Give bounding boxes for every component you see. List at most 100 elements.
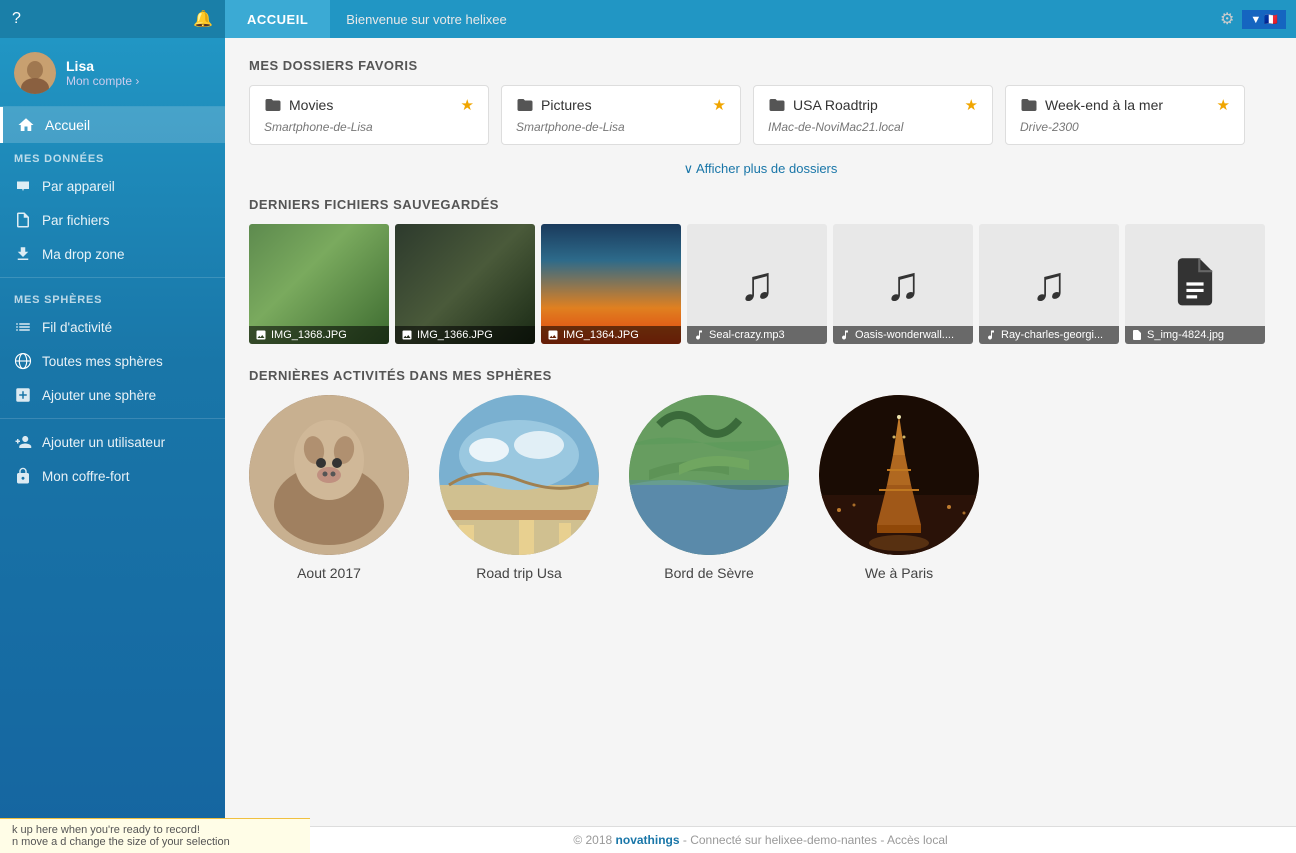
- footer-brand: novathings: [616, 833, 680, 847]
- top-bar-right: ⚙ ▼ 🇫🇷: [1220, 9, 1296, 29]
- files-grid: IMG_1368.JPG IMG_1366.JPG IMG_1364.JPG: [249, 224, 1272, 344]
- photo-icon-2: [401, 329, 413, 341]
- folder-card-usa-roadtrip[interactable]: USA Roadtrip ★ IMac-de-NoviMac21.local: [753, 85, 993, 145]
- photo-icon-1: [255, 329, 267, 341]
- folder-card-top: Movies ★: [264, 96, 474, 114]
- help-icon[interactable]: ?: [12, 10, 21, 28]
- music-icon-3: [985, 329, 997, 341]
- folder-star-movies: ★: [461, 96, 474, 114]
- sphere-label-paris: We à Paris: [865, 565, 933, 581]
- sidebar-section-my-data: MES DONNÉES: [0, 143, 225, 169]
- sphere-label-aout2017: Aout 2017: [297, 565, 361, 581]
- sphere-circle-bord: [629, 395, 789, 555]
- home-icon: [17, 116, 35, 134]
- sidebar-item-ajouter-utilisateur[interactable]: Ajouter un utilisateur: [0, 425, 225, 459]
- file-thumb-overlay-2: IMG_1366.JPG: [395, 326, 535, 344]
- file-thumb-raycharles[interactable]: ♫ Ray-charles-georgi...: [979, 224, 1119, 344]
- file-thumb-oasis[interactable]: ♫ Oasis-wonderwall....: [833, 224, 973, 344]
- sidebar-item-par-appareil-label: Par appareil: [42, 179, 115, 194]
- photo-icon-3: [547, 329, 559, 341]
- sidebar-item-fil-activite[interactable]: Fil d'activité: [0, 310, 225, 344]
- folder-device-usa-roadtrip: IMac-de-NoviMac21.local: [768, 120, 978, 134]
- sidebar-item-par-fichiers[interactable]: Par fichiers: [0, 203, 225, 237]
- content-inner: MES DOSSIERS FAVORIS Movies ★ Smartphone…: [225, 38, 1296, 826]
- file-thumb-overlay-7: S_img-4824.jpg: [1125, 326, 1265, 344]
- sidebar-item-home[interactable]: Accueil: [0, 107, 225, 143]
- sidebar-item-fil-activite-label: Fil d'activité: [42, 320, 112, 335]
- folder-star-weekend: ★: [1217, 96, 1230, 114]
- sidebar-profile-info: Lisa Mon compte ›: [66, 58, 139, 88]
- sphere-label-bord-sevre: Bord de Sèvre: [664, 565, 754, 581]
- welcome-text: Bienvenue sur votre helixee: [346, 12, 506, 27]
- sphere-circle-aout2017: [249, 395, 409, 555]
- dropzone-icon: [14, 245, 32, 263]
- section-favorites-title: MES DOSSIERS FAVORIS: [249, 58, 1272, 73]
- music-icon-2: [839, 329, 851, 341]
- folder-card-weekend[interactable]: Week-end à la mer ★ Drive-2300: [1005, 85, 1245, 145]
- sidebar-account-link[interactable]: Mon compte ›: [66, 74, 139, 88]
- top-bar-center: ACCUEIL Bienvenue sur votre helixee: [225, 0, 1220, 38]
- folder-card-movies[interactable]: Movies ★ Smartphone-de-Lisa: [249, 85, 489, 145]
- file-thumb-overlay-3: IMG_1364.JPG: [541, 326, 681, 344]
- activity-icon: [14, 318, 32, 336]
- spheres-grid: Aout 2017: [249, 395, 1272, 581]
- folder-icon-4: [1020, 96, 1038, 114]
- sidebar-item-par-appareil[interactable]: Par appareil: [0, 169, 225, 203]
- language-flag-button[interactable]: ▼ 🇫🇷: [1242, 10, 1286, 29]
- music-note-icon-2: ♫: [885, 257, 921, 312]
- accueil-nav-button[interactable]: ACCUEIL: [225, 0, 330, 38]
- folder-icon-2: [516, 96, 534, 114]
- doc-icon-small: [1131, 329, 1143, 341]
- file-thumb-overlay-5: Oasis-wonderwall....: [833, 326, 973, 344]
- top-bar: ? 🔔 ACCUEIL Bienvenue sur votre helixee …: [0, 0, 1296, 38]
- sidebar-username: Lisa: [66, 58, 139, 74]
- sidebar-profile: Lisa Mon compte ›: [0, 38, 225, 107]
- folder-device-movies: Smartphone-de-Lisa: [264, 120, 474, 134]
- folder-card-top-2: Pictures ★: [516, 96, 726, 114]
- file-thumb-overlay-4: Seal-crazy.mp3: [687, 326, 827, 344]
- sidebar-item-toutes-mes-spheres-label: Toutes mes sphères: [42, 354, 163, 369]
- sidebar-item-par-fichiers-label: Par fichiers: [42, 213, 110, 228]
- spheres-icon: [14, 352, 32, 370]
- gear-icon[interactable]: ⚙: [1220, 9, 1234, 29]
- content-area: MES DOSSIERS FAVORIS Movies ★ Smartphone…: [225, 38, 1296, 853]
- add-sphere-icon: [14, 386, 32, 404]
- sphere-item-aout2017[interactable]: Aout 2017: [249, 395, 409, 581]
- file-thumb-img1366[interactable]: IMG_1366.JPG: [395, 224, 535, 344]
- sphere-item-paris[interactable]: We à Paris: [819, 395, 979, 581]
- sidebar-item-coffre-fort[interactable]: Mon coffre-fort: [0, 459, 225, 493]
- sidebar-divider-2: [0, 418, 225, 419]
- music-icon-1: [693, 329, 705, 341]
- sidebar-item-ajouter-sphere[interactable]: Ajouter une sphère: [0, 378, 225, 412]
- files-icon: [14, 211, 32, 229]
- folder-card-pictures[interactable]: Pictures ★ Smartphone-de-Lisa: [501, 85, 741, 145]
- folder-name-weekend: Week-end à la mer: [1020, 96, 1163, 114]
- file-thumb-seal[interactable]: ♫ Seal-crazy.mp3: [687, 224, 827, 344]
- folders-grid: Movies ★ Smartphone-de-Lisa Pictures: [249, 85, 1272, 145]
- sidebar-divider-1: [0, 277, 225, 278]
- sidebar-item-toutes-mes-spheres[interactable]: Toutes mes sphères: [0, 344, 225, 378]
- folder-name-movies: Movies: [264, 96, 333, 114]
- sphere-item-bord-sevre[interactable]: Bord de Sèvre: [629, 395, 789, 581]
- file-thumb-simg[interactable]: S_img-4824.jpg: [1125, 224, 1265, 344]
- section-spheres-title: DERNIÈRES ACTIVITÉS DANS MES SPHÈRES: [249, 368, 1272, 383]
- folder-card-top-3: USA Roadtrip ★: [768, 96, 978, 114]
- music-note-icon-3: ♫: [1031, 257, 1067, 312]
- file-thumb-img1368[interactable]: IMG_1368.JPG: [249, 224, 389, 344]
- footer: © 2018 novathings - Connecté sur helixee…: [225, 826, 1296, 853]
- add-user-icon: [14, 433, 32, 451]
- top-bar-left: ? 🔔: [0, 0, 225, 38]
- sidebar-item-coffre-fort-label: Mon coffre-fort: [42, 469, 130, 484]
- sidebar-section-my-spheres: MES SPHÈRES: [0, 284, 225, 310]
- sidebar-item-ajouter-utilisateur-label: Ajouter un utilisateur: [42, 435, 165, 450]
- sphere-item-roadtrip[interactable]: Road trip Usa: [439, 395, 599, 581]
- sidebar-item-ma-drop-zone[interactable]: Ma drop zone: [0, 237, 225, 271]
- sidebar-item-ma-drop-zone-label: Ma drop zone: [42, 247, 125, 262]
- bell-icon[interactable]: 🔔: [193, 9, 213, 29]
- file-thumb-img1364[interactable]: IMG_1364.JPG: [541, 224, 681, 344]
- sidebar-item-ajouter-sphere-label: Ajouter une sphère: [42, 388, 156, 403]
- sphere-circle-roadtrip: [439, 395, 599, 555]
- folder-device-weekend: Drive-2300: [1020, 120, 1230, 134]
- show-more-folders-link[interactable]: ∨ Afficher plus de dossiers: [249, 153, 1272, 179]
- folder-star-usa-roadtrip: ★: [965, 96, 978, 114]
